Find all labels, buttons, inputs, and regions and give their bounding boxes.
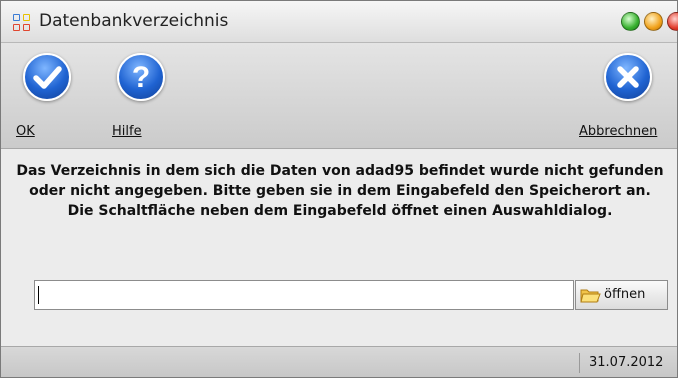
minimize-button[interactable] (644, 12, 663, 31)
close-x-icon (604, 53, 652, 101)
question-mark-icon: ? (117, 53, 165, 101)
status-bar: 31.07.2012 (1, 346, 677, 377)
title-bar[interactable]: Datenbankverzeichnis (1, 1, 678, 43)
cancel-label: Abbrechnen (579, 124, 658, 139)
folder-open-icon (580, 289, 601, 303)
open-button-label: öffnen (604, 287, 646, 302)
window-title: Datenbankverzeichnis (39, 11, 229, 31)
help-label: Hilfe (112, 124, 142, 139)
info-message: Das Verzeichnis in dem sich die Daten vo… (16, 163, 664, 219)
cancel-button[interactable]: Abbrechnen (579, 43, 673, 149)
status-date: 31.07.2012 (589, 355, 664, 370)
path-input-row: öffnen (34, 280, 668, 310)
path-input[interactable] (34, 280, 574, 310)
help-button[interactable]: ? Hilfe (96, 43, 186, 149)
maximize-button[interactable] (621, 12, 640, 31)
text-caret (38, 286, 39, 304)
ok-button[interactable]: OK (2, 43, 92, 149)
svg-text:?: ? (132, 61, 150, 94)
status-divider (579, 353, 580, 373)
close-button[interactable] (667, 12, 678, 31)
open-button[interactable]: öffnen (575, 280, 668, 310)
app-icon (13, 14, 31, 32)
toolbar: OK ? Hilfe Abbrechnen (1, 43, 677, 149)
ok-label: OK (16, 124, 35, 139)
checkmark-icon (23, 53, 71, 101)
dialog-window: Datenbankverzeichnis OK ? Hilfe Abbrechn… (0, 0, 678, 378)
